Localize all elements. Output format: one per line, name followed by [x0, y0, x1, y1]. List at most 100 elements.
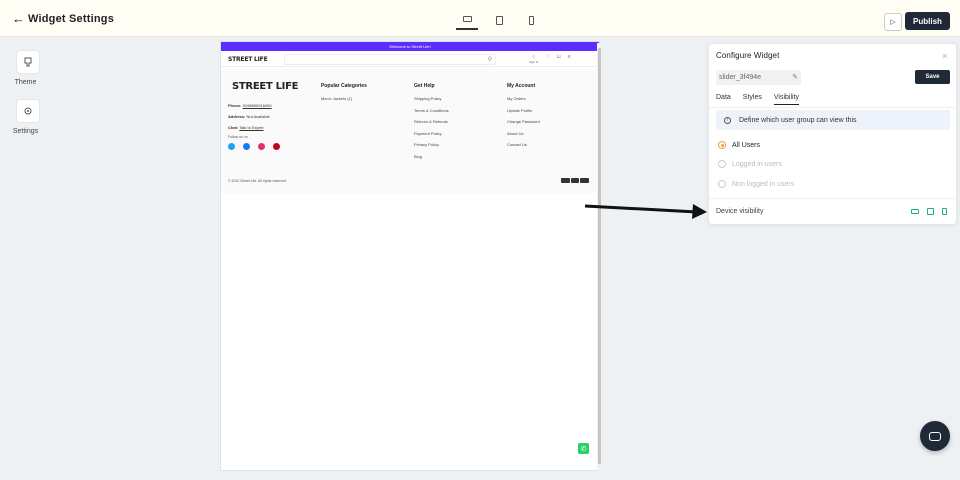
annotation-arrow-icon — [585, 204, 707, 219]
radio-logged-in-users[interactable]: Logged in users — [718, 160, 782, 168]
column-title: Get Help — [414, 83, 435, 89]
footer-column-categories: Popular Categories Men's Jackets (1) — [321, 83, 367, 108]
footer-link[interactable]: Returns & Refunds — [414, 119, 449, 124]
radio-button[interactable] — [718, 141, 726, 149]
gear-icon — [16, 99, 40, 123]
sign-in-label: Sign In — [529, 60, 539, 64]
footer-link[interactable]: Blog — [414, 154, 449, 159]
cart-icon[interactable]: ⊔ — [557, 54, 561, 64]
widget-id-value: slider_3f494e — [719, 74, 762, 81]
radio-label: All Users — [732, 141, 761, 149]
scrollbar-thumb[interactable] — [598, 48, 601, 464]
tab-visibility[interactable]: Visibility — [773, 94, 800, 105]
chat-icon — [929, 431, 941, 441]
tab-data[interactable]: Data — [716, 94, 731, 105]
whatsapp-icon[interactable]: ✆ — [578, 443, 589, 454]
pinterest-icon[interactable] — [273, 143, 280, 150]
desktop-icon[interactable] — [456, 10, 478, 30]
menu-icon[interactable]: ≡ — [568, 54, 571, 64]
footer-link[interactable]: Terms & Conditions — [414, 108, 449, 113]
footer-column-help: Get Help Shipping Policy Terms & Conditi… — [414, 83, 449, 165]
social-links — [228, 143, 280, 150]
sidebar-item-settings[interactable]: Settings — [12, 99, 41, 135]
footer-link[interactable]: Payment Policy — [414, 131, 449, 136]
sidebar-item-label: Settings — [12, 128, 39, 135]
footer-link[interactable]: Contact Us — [507, 142, 540, 147]
device-visibility-toggles — [911, 208, 947, 215]
site-footer: STREET LIFE Phone: 9198690916490 Address… — [221, 69, 599, 193]
card-icon — [561, 178, 570, 183]
laptop-icon[interactable] — [911, 209, 919, 214]
footer-link[interactable]: Change Password — [507, 119, 540, 124]
close-icon[interactable]: × — [942, 51, 947, 61]
info-icon: i — [724, 116, 731, 124]
twitter-icon[interactable] — [228, 143, 235, 150]
panel-tabs: Data Styles Visibility — [716, 94, 800, 105]
column-title: Popular Categories — [321, 83, 367, 89]
site-search-input[interactable]: ⚲ — [284, 54, 496, 65]
sidebar-item-theme[interactable]: Theme — [14, 50, 41, 86]
footer-link[interactable]: Update Profile — [507, 108, 540, 113]
preview-play-button[interactable]: ▷ — [884, 13, 902, 31]
chat-link[interactable]: Talk to Expert — [239, 125, 263, 130]
top-bar: ← Widget Settings ▷ Publish — [0, 0, 960, 37]
configure-widget-panel: Configure Widget × slider_3f494e ✎ Save … — [708, 43, 958, 225]
radio-non-logged-in-users[interactable]: Non logged in users — [718, 180, 794, 188]
address-label: Address: — [228, 114, 246, 119]
back-arrow-icon[interactable]: ← — [12, 12, 25, 25]
copyright-text: © 2022 Street Life. All rights reserved — [228, 179, 287, 183]
heart-icon[interactable]: ♡ — [545, 54, 549, 64]
card-icon — [580, 178, 589, 183]
device-visibility-label: Device visibility — [716, 208, 764, 215]
save-button[interactable]: Save — [915, 70, 950, 84]
footer-link[interactable]: Shipping Policy — [414, 96, 449, 101]
site-preview-frame: Welcome to Street Life! STREET LIFE ⚲ ○ S… — [220, 41, 600, 471]
sidebar-item-label: Theme — [14, 79, 37, 86]
panel-title: Configure Widget — [716, 51, 780, 60]
pencil-icon[interactable]: ✎ — [792, 73, 798, 81]
tablet-icon[interactable] — [488, 10, 510, 30]
footer-link[interactable]: Men's Jackets (1) — [321, 96, 367, 101]
header-icons: ○ Sign In ♡ ⊔ ≡ — [529, 54, 571, 64]
radio-button[interactable] — [718, 180, 726, 188]
site-header: STREET LIFE ⚲ ○ Sign In ♡ ⊔ ≡ — [221, 51, 599, 67]
address-line: Address: Not Available — [228, 114, 270, 119]
mobile-icon[interactable] — [942, 208, 947, 215]
footer-column-account: My Account My Orders Update Profile Chan… — [507, 83, 540, 154]
chat-support-button[interactable] — [920, 421, 950, 451]
palette-icon — [16, 50, 40, 74]
search-icon: ⚲ — [487, 57, 492, 63]
radio-button[interactable] — [718, 160, 726, 168]
radio-all-users[interactable]: All Users — [718, 141, 760, 149]
address-value: Not Available — [246, 114, 270, 119]
section-divider — [709, 198, 958, 199]
device-switcher — [456, 10, 542, 30]
tablet-icon[interactable] — [927, 208, 934, 215]
tabs-divider — [709, 107, 958, 108]
mobile-icon[interactable] — [520, 10, 542, 30]
info-text: Define which user group can view this — [739, 116, 857, 124]
follow-label: Follow us on — [228, 135, 248, 139]
radio-label: Non logged in users — [732, 180, 795, 188]
publish-button[interactable]: Publish — [905, 12, 950, 30]
payment-cards — [561, 178, 589, 183]
phone-label: Phone: — [228, 103, 242, 108]
footer-link[interactable]: My Orders — [507, 96, 540, 101]
phone-line: Phone: 9198690916490 — [228, 103, 272, 108]
column-title: My Account — [507, 83, 536, 89]
footer-logo: STREET LIFE — [232, 81, 299, 92]
widget-id-field[interactable]: slider_3f494e ✎ — [716, 70, 801, 85]
radio-label: Logged in users — [732, 160, 782, 168]
site-logo[interactable]: STREET LIFE — [228, 56, 268, 63]
info-banner: i Define which user group can view this — [716, 110, 950, 130]
user-icon[interactable]: ○ Sign In — [529, 54, 538, 64]
footer-link[interactable]: Privacy Policy — [414, 142, 449, 147]
footer-link[interactable]: About Us — [507, 131, 540, 136]
chat-line: Chat: Talk to Expert — [228, 125, 264, 130]
announcement-bar: Welcome to Street Life! — [221, 42, 599, 51]
facebook-icon[interactable] — [243, 143, 250, 150]
phone-link[interactable]: 9198690916490 — [243, 103, 272, 108]
instagram-icon[interactable] — [258, 143, 265, 150]
tab-styles[interactable]: Styles — [743, 94, 762, 105]
page-title: Widget Settings — [28, 13, 115, 25]
